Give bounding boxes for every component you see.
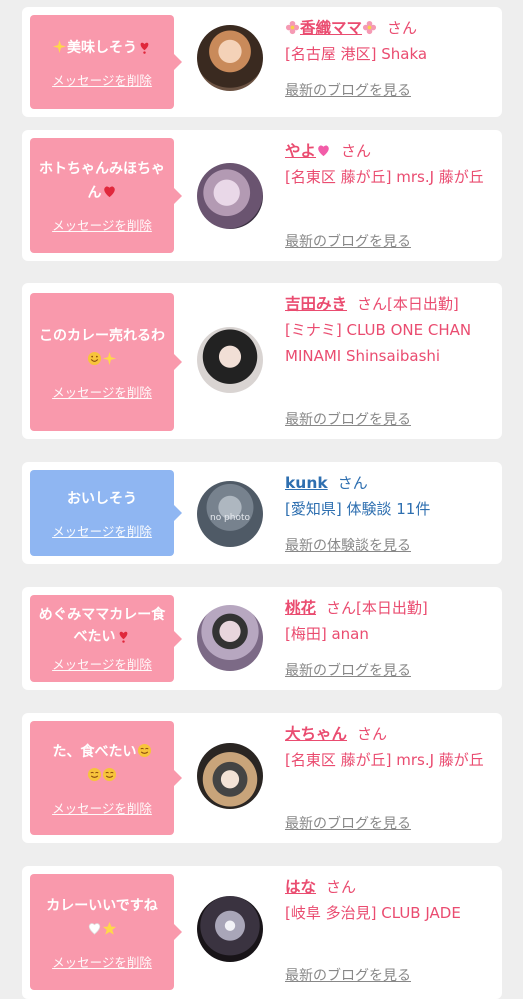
message-text: カレーいいですね <box>46 894 158 942</box>
honorific: さん <box>337 474 368 492</box>
user-name-link[interactable]: はな <box>285 878 316 896</box>
message-text: おいしそう <box>67 490 137 507</box>
glowing-star-icon <box>102 921 117 935</box>
smiling-face-icon <box>87 767 102 781</box>
avatar[interactable] <box>197 743 263 809</box>
flower-icon <box>285 20 300 35</box>
user-name-link[interactable]: 桃花 <box>285 599 316 617</box>
location-text: [ミナミ] CLUB ONE CHAN MINAMI Shinsaibashi <box>285 321 472 365</box>
honorific: さん <box>341 142 372 160</box>
location-text: [愛知県] 体験談 11件 <box>285 500 431 518</box>
location-text: [名古屋 港区] Shaka <box>285 45 428 63</box>
message-bubble: カレーいいですね メッセージを削除 <box>30 874 182 990</box>
smile-icon <box>87 351 102 365</box>
latest-blog-link[interactable]: 最新のブログを見る <box>285 660 411 680</box>
honorific: さん[本日出勤] <box>326 599 428 617</box>
latest-blog-link[interactable]: 最新のブログを見る <box>285 231 411 251</box>
sparkle-icon <box>52 39 67 53</box>
user-name-link[interactable]: やよ <box>285 142 331 160</box>
message-bubble: めぐみママカレー食べたい メッセージを削除 <box>30 595 182 682</box>
delete-message-link[interactable]: メッセージを削除 <box>52 798 152 817</box>
latest-blog-link[interactable]: 最新のブログを見る <box>285 813 411 833</box>
location-text: [名東区 藤が丘] mrs.J 藤が丘 <box>285 751 484 769</box>
message-text: このカレー売れるわ <box>38 324 166 372</box>
message-bubble: このカレー売れるわ メッセージを削除 <box>30 293 182 431</box>
message-card: カレーいいですね メッセージを削除 はな さん [岐阜 多治見] CLUB JAD… <box>22 866 502 999</box>
message-card: このカレー売れるわ メッセージを削除 吉田みき さん[本日出勤] [ミナミ] CL… <box>22 283 502 439</box>
exclamation-heart-icon <box>119 631 127 643</box>
location-text: [梅田] anan <box>285 625 369 643</box>
avatar[interactable] <box>197 896 263 962</box>
flower-icon <box>362 20 377 35</box>
delete-message-link[interactable]: メッセージを削除 <box>52 70 152 89</box>
avatar[interactable] <box>197 163 263 229</box>
delete-message-link[interactable]: メッセージを削除 <box>52 952 152 971</box>
sparkling-heart-icon <box>318 145 329 157</box>
honorific: さん <box>326 878 357 896</box>
message-card: おいしそう メッセージを削除 no photo kunk さん [愛知県] 体験談… <box>22 462 502 564</box>
latest-blog-link[interactable]: 最新のブログを見る <box>285 965 411 985</box>
exclamation-heart-icon <box>140 42 149 54</box>
message-text: た、食べたい <box>53 740 152 788</box>
user-name-link[interactable]: 大ちゃん <box>285 725 347 743</box>
user-name-link[interactable]: 吉田みき <box>285 295 347 313</box>
latest-blog-link[interactable]: 最新のブログを見る <box>285 409 411 429</box>
message-text: 美味しそう <box>52 36 152 60</box>
message-card: めぐみママカレー食べたい メッセージを削除 桃花 さん[本日出勤] [梅田] an… <box>22 587 502 690</box>
user-name-link[interactable]: 香織ママ <box>285 19 377 37</box>
message-bubble: ホトちゃんみほちゃん メッセージを削除 <box>30 138 182 253</box>
honorific: さん[本日出勤] <box>357 295 459 313</box>
honorific: さん <box>357 725 388 743</box>
delete-message-link[interactable]: メッセージを削除 <box>52 521 152 540</box>
latest-blog-link[interactable]: 最新のブログを見る <box>285 80 411 100</box>
location-text: [名東区 藤が丘] mrs.J 藤が丘 <box>285 168 484 186</box>
message-text: ホトちゃんみほちゃん <box>39 161 165 201</box>
message-bubble: おいしそう メッセージを削除 <box>30 470 182 556</box>
avatar[interactable] <box>197 25 263 91</box>
delete-message-link[interactable]: メッセージを削除 <box>52 215 152 234</box>
avatar[interactable] <box>197 605 263 671</box>
message-card: た、食べたい メッセージを削除 大ちゃん さん [名東区 藤が丘] mrs.J 藤… <box>22 713 502 843</box>
message-card: 美味しそう メッセージを削除 香織ママ さん [名古屋 港区] Shaka 最新の… <box>22 7 502 117</box>
delete-message-link[interactable]: メッセージを削除 <box>52 382 152 401</box>
user-name-link[interactable]: kunk <box>285 474 328 492</box>
smiling-face-icon <box>137 743 151 757</box>
delete-message-link[interactable]: メッセージを削除 <box>52 654 152 673</box>
avatar[interactable]: no photo <box>197 481 263 547</box>
no-photo-label: no photo <box>209 513 251 523</box>
latest-review-link[interactable]: 最新の体験談を見る <box>285 535 411 555</box>
heart-icon <box>103 186 115 198</box>
message-bubble: た、食べたい メッセージを削除 <box>30 721 182 835</box>
smiling-face-icon <box>102 767 117 781</box>
sparkle-icon <box>102 351 117 365</box>
message-bubble: 美味しそう メッセージを削除 <box>30 15 182 109</box>
honorific: さん <box>387 19 418 37</box>
message-text: めぐみママカレー食べたい <box>38 607 166 645</box>
white-heart-icon <box>88 922 101 935</box>
location-text: [岐阜 多治見] CLUB JADE <box>285 904 461 922</box>
message-card: ホトちゃんみほちゃん メッセージを削除 やよ さん [名東区 藤が丘] mrs.J… <box>22 130 502 261</box>
avatar[interactable] <box>197 327 263 393</box>
